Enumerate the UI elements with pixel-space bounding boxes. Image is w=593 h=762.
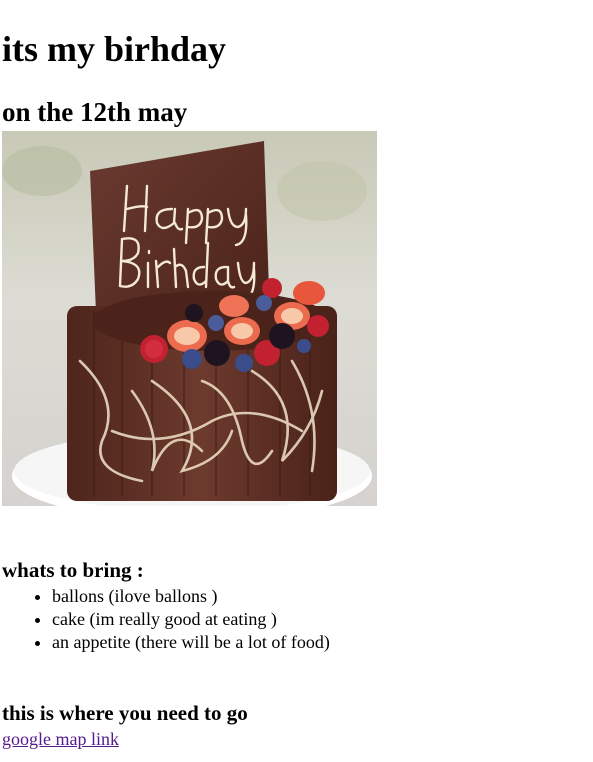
bring-list: ballons (ilove ballons ) cake (im really… — [0, 585, 330, 654]
bring-section-heading: whats to bring : — [2, 558, 144, 582]
location-section-heading: this is where you need to go — [2, 701, 248, 725]
google-map-link[interactable]: google map link — [2, 728, 119, 751]
list-item: ballons (ilove ballons ) — [52, 585, 330, 608]
list-item: cake (im really good at eating ) — [52, 608, 330, 631]
page-title: its my birhday — [2, 29, 227, 70]
birthday-cake-image — [2, 131, 377, 506]
list-item: an appetite (there will be a lot of food… — [52, 631, 330, 654]
page-subtitle: on the 12th may — [2, 97, 188, 128]
